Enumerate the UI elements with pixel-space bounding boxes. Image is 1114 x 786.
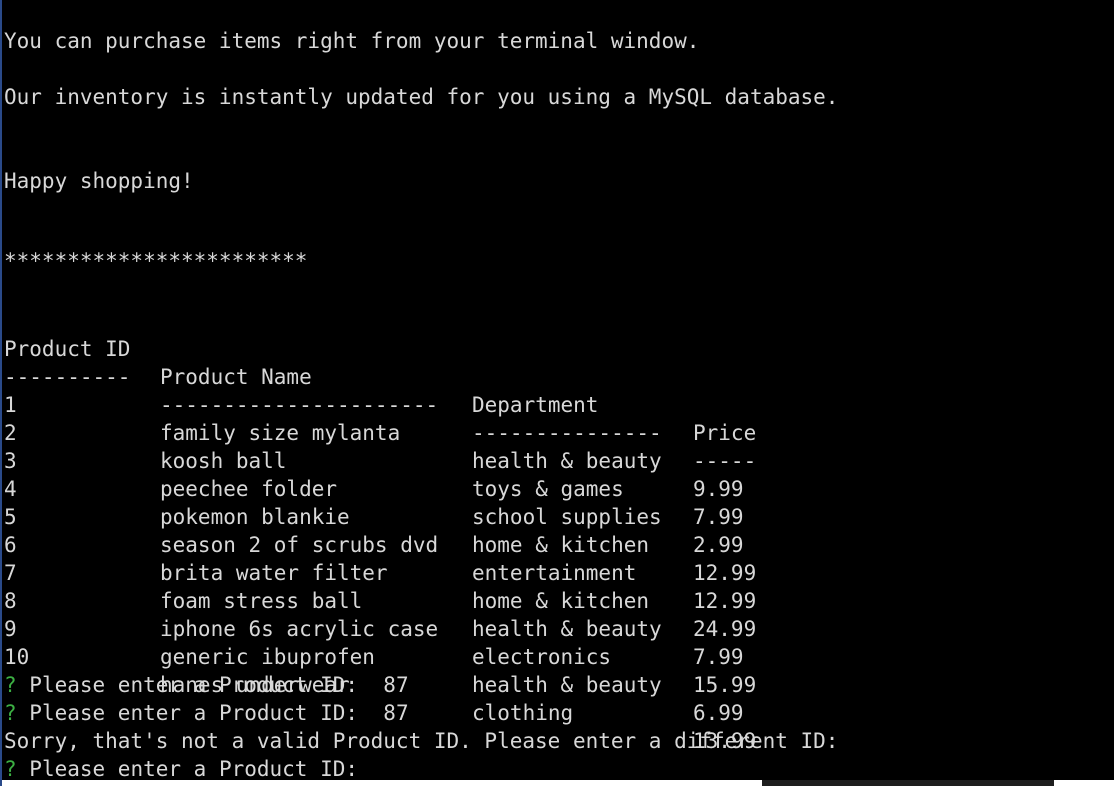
separator-stars: ************************: [4, 249, 308, 273]
prompt-text-2: Please enter a Product ID: 87: [16, 701, 409, 725]
table-row: 7 foam stress ball health & beauty 7.99: [4, 531, 744, 669]
table-row: 6 brita water filter home & kitchen 24.9…: [4, 503, 756, 641]
cell-department: home & kitchen: [472, 589, 650, 613]
taskbar-fragment: [762, 780, 1054, 786]
table-header-row: Product ID Product Name Department Price: [4, 307, 756, 445]
cell-department: entertainment: [472, 561, 637, 585]
cell-department: electronics: [472, 645, 612, 669]
prompt-line-active[interactable]: ? Please enter a Product ID:: [4, 755, 382, 783]
question-mark-icon: ?: [4, 757, 17, 781]
table-row: 1 family size mylanta health & beauty 9.…: [4, 363, 744, 501]
table-row: 9 generic ibuprofen health & beauty 6.99: [4, 587, 744, 725]
cell-product-name: peechee folder: [160, 477, 338, 501]
question-mark-icon: ?: [4, 673, 17, 697]
cell-price: 24.99: [693, 617, 757, 641]
header-product-name: Product Name: [160, 365, 312, 389]
header-price: Price: [693, 421, 757, 445]
cell-product-id: 10: [4, 645, 30, 669]
table-row: 2 koosh ball toys & games 7.99: [4, 391, 744, 529]
intro-line-happy-shopping: Happy shopping!: [4, 169, 194, 193]
cell-product-name: family size mylanta: [160, 421, 401, 445]
cell-department: health & beauty: [472, 449, 662, 473]
intro-line-purchase: You can purchase items right from your t…: [4, 29, 700, 53]
cell-price: 12.99: [693, 561, 757, 585]
product-id-input[interactable]: Please enter a Product ID:: [17, 757, 371, 781]
table-row: 4 pokemon blankie home & kitchen 12.99: [4, 447, 756, 585]
text-cursor: [371, 758, 382, 780]
intro-line-inventory: Our inventory is instantly updated for y…: [4, 85, 839, 109]
cell-department: health & beauty: [472, 673, 662, 697]
cell-product-name: foam stress ball: [160, 589, 363, 613]
cell-price: 12.99: [693, 589, 757, 613]
cell-department: health & beauty: [472, 617, 662, 641]
divider-price: -----: [693, 449, 757, 473]
cell-product-name: season 2 of scrubs dvd: [160, 533, 439, 557]
cell-department: home & kitchen: [472, 533, 650, 557]
error-message: Sorry, that's not a valid Product ID. Pl…: [4, 729, 839, 753]
window-bottom-edge: [2, 780, 1114, 786]
table-row: 10 hanes underwear clothing 13.99: [4, 615, 756, 753]
cell-product-name: pokemon blankie: [160, 505, 350, 529]
cell-product-name: brita water filter: [160, 561, 388, 585]
cell-price: 15.99: [693, 673, 757, 697]
prompt-text-1: Please enter a Product ID: 87: [16, 673, 409, 697]
table-row: 8 iphone 6s acrylic case electronics 15.…: [4, 559, 756, 697]
terminal-window[interactable]: You can purchase items right from your t…: [0, 0, 1114, 786]
divider-department: ---------------: [472, 421, 662, 445]
cell-department: school supplies: [472, 505, 662, 529]
cell-price: 6.99: [693, 701, 744, 725]
table-row: 3 peechee folder school supplies 2.99: [4, 419, 744, 557]
table-row: 5 season 2 of scrubs dvd entertainment 1…: [4, 475, 756, 613]
prompt-line-2: ? Please enter a Product ID: 87: [4, 699, 409, 727]
cell-product-name: generic ibuprofen: [160, 645, 375, 669]
cell-price: 2.99: [693, 533, 744, 557]
cell-price: 9.99: [693, 477, 744, 501]
question-mark-icon: ?: [4, 701, 17, 725]
cell-department: toys & games: [472, 477, 624, 501]
cell-price: 7.99: [693, 505, 744, 529]
cell-price: 7.99: [693, 645, 744, 669]
table-divider-row: ---------- ---------------------- ------…: [4, 335, 756, 473]
prompt-line-1: ? Please enter a Product ID: 87: [4, 671, 409, 699]
cell-product-name: iphone 6s acrylic case: [160, 617, 439, 641]
header-department: Department: [472, 393, 599, 417]
divider-product-name: ----------------------: [160, 393, 439, 417]
cell-product-name: koosh ball: [160, 449, 287, 473]
cell-department: clothing: [472, 701, 574, 725]
